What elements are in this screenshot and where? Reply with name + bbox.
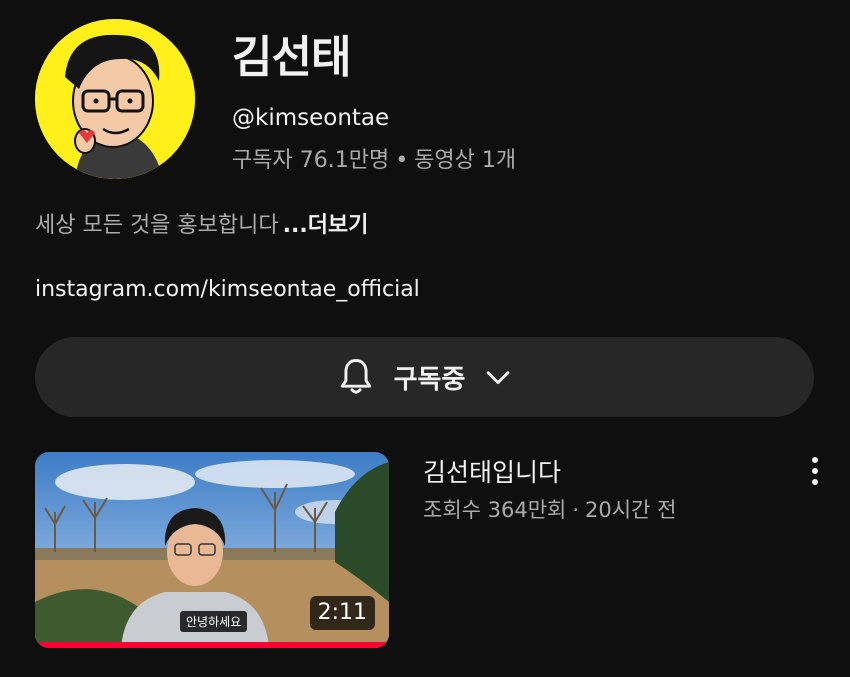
channel-link[interactable]: instagram.com/kimseontae_official (35, 273, 420, 307)
subscribed-label: 구독중 (393, 364, 466, 395)
video-thumbnail[interactable]: 안녕하세요 2:11 (35, 452, 389, 648)
channel-stats: 구독자 76.1만명 • 동영상 1개 (232, 144, 516, 178)
avatar-illustration (35, 19, 195, 179)
chevron-down-icon (481, 360, 515, 394)
stats-separator: • (395, 148, 409, 173)
view-count: 조회수 364만회 (423, 498, 567, 522)
subscribed-button[interactable]: 구독중 (35, 337, 814, 417)
watch-progress-bar (35, 642, 389, 648)
meta-separator: · (572, 498, 580, 522)
video-count: 동영상 1개 (414, 148, 517, 173)
channel-handle: @kimseontae (232, 105, 390, 131)
video-menu-button[interactable] (800, 455, 830, 491)
video-meta: 조회수 364만회 · 20시간 전 (423, 494, 676, 526)
more-vert-icon (810, 456, 820, 490)
bell-icon (334, 355, 378, 399)
video-duration: 2:11 (309, 596, 375, 630)
upload-age: 20시간 전 (585, 498, 677, 522)
description-text: 세상 모든 것을 홍보합니다 (35, 213, 279, 238)
subscriber-count: 구독자 76.1만명 (232, 148, 390, 173)
channel-description[interactable]: 세상 모든 것을 홍보합니다 ...더보기 (35, 209, 368, 243)
video-caption: 안녕하세요 (180, 611, 248, 632)
channel-name: 김선태 (232, 32, 351, 83)
channel-avatar[interactable] (35, 19, 195, 179)
more-link[interactable]: ...더보기 (283, 213, 369, 238)
video-title[interactable]: 김선태입니다 (423, 455, 561, 491)
